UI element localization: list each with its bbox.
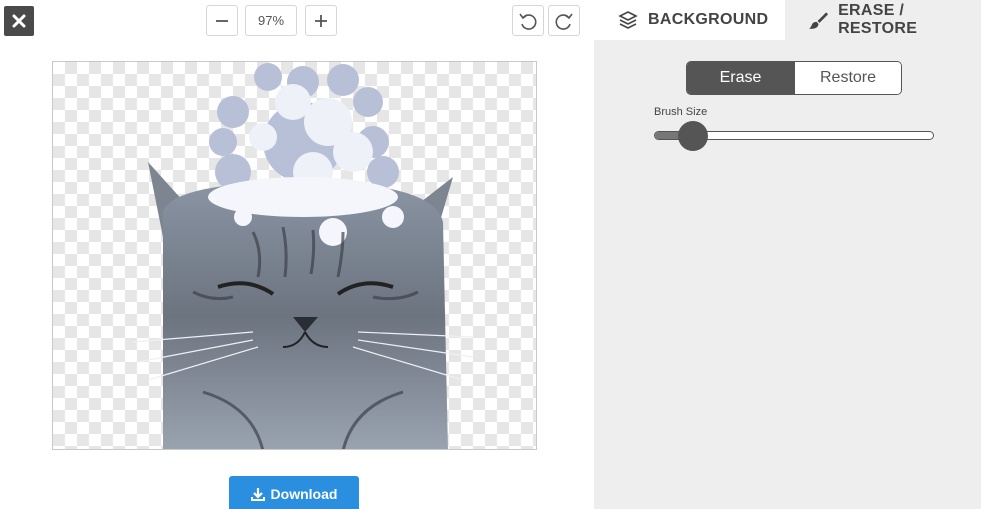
download-button[interactable]: Download: [229, 476, 359, 509]
tab-background[interactable]: BACKGROUND: [594, 0, 785, 40]
tab-background-label: BACKGROUND: [648, 11, 769, 28]
brush-size-label: Brush Size: [654, 106, 708, 118]
zoom-in-button[interactable]: [305, 5, 337, 36]
undo-icon: [519, 13, 537, 30]
download-label: Download: [270, 486, 338, 502]
slider-thumb[interactable]: [678, 121, 709, 151]
close-x-icon: [12, 14, 26, 28]
redo-button[interactable]: [548, 5, 580, 36]
tab-erase-restore[interactable]: ERASE / RESTORE: [785, 0, 981, 40]
redo-icon: [555, 13, 573, 30]
cat-image: [132, 63, 474, 449]
erase-option[interactable]: Erase: [687, 62, 794, 94]
layers-icon: [618, 11, 638, 29]
plus-icon: [315, 14, 327, 27]
zoom-level: 97%: [245, 5, 297, 36]
zoom-out-button[interactable]: [206, 5, 238, 36]
image-canvas[interactable]: [52, 61, 537, 450]
undo-button[interactable]: [512, 5, 544, 36]
restore-option[interactable]: Restore: [794, 62, 901, 94]
mode-toggle: Erase Restore: [686, 61, 902, 95]
brush-icon: [809, 12, 829, 29]
minus-icon: [216, 19, 228, 22]
tab-erase-restore-label: ERASE / RESTORE: [838, 2, 918, 37]
close-button[interactable]: [4, 6, 34, 36]
erase-restore-panel: [594, 40, 981, 509]
download-icon: [250, 488, 265, 501]
